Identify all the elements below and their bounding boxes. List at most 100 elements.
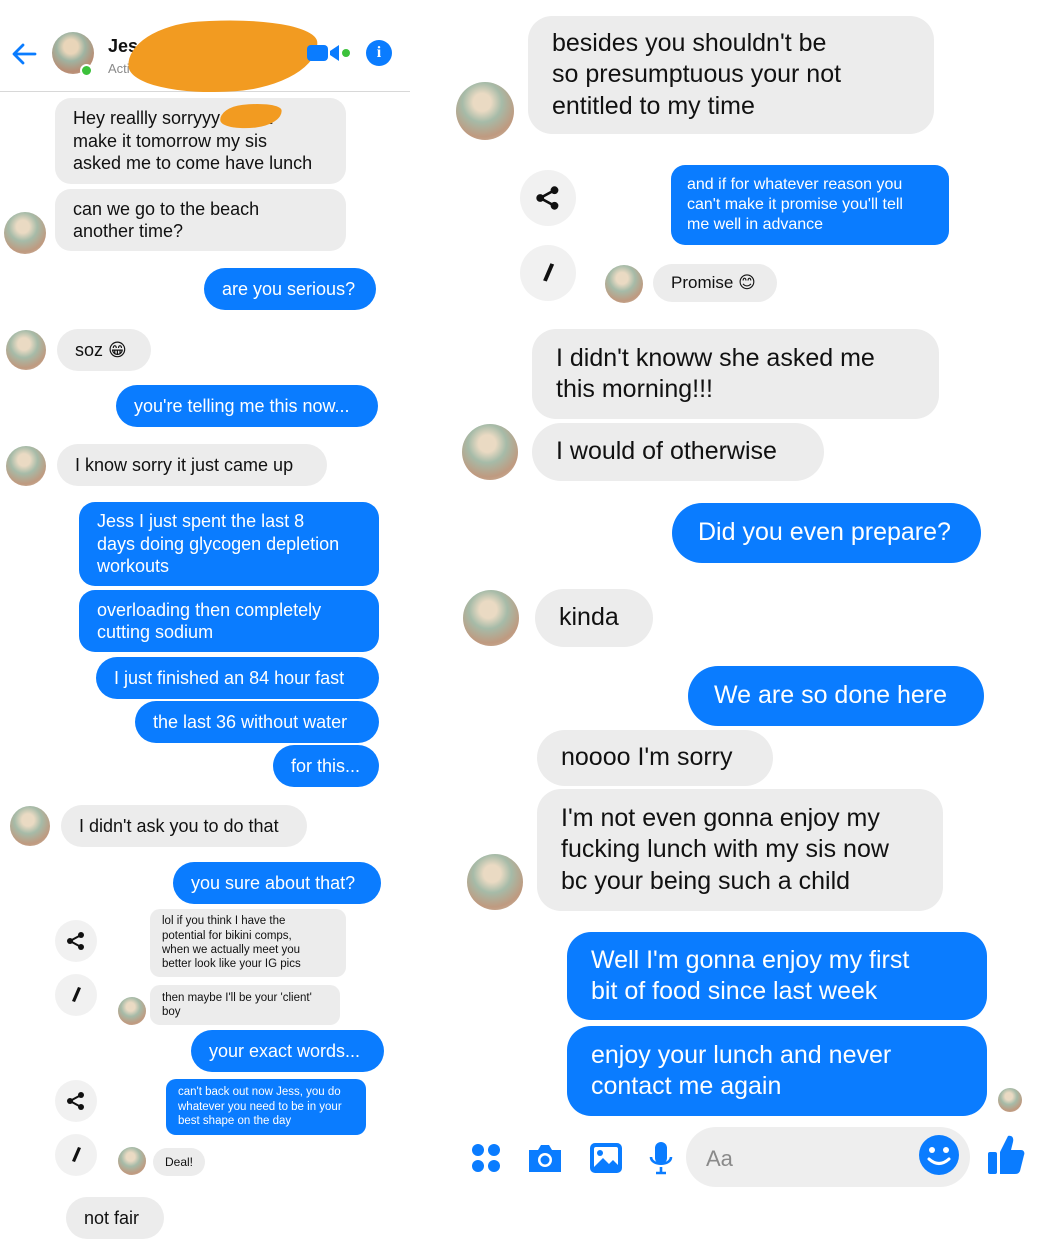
sender-avatar <box>118 997 146 1025</box>
message-incoming[interactable]: I didn't knoww she asked me this morning… <box>532 329 939 419</box>
message-text: I would of otherwise <box>556 437 777 466</box>
message-text: enjoy your lunch and never contact me ag… <box>591 1040 892 1100</box>
message-outgoing[interactable]: the last 36 without water <box>135 701 379 743</box>
message-text: Well I'm gonna enjoy my first bit of foo… <box>591 945 910 1005</box>
share-button[interactable] <box>55 920 97 962</box>
sender-avatar <box>467 854 523 910</box>
message-incoming[interactable]: can we go to the beach another time? <box>55 189 346 251</box>
message-outgoing[interactable]: Well I'm gonna enjoy my first bit of foo… <box>567 932 987 1020</box>
apps-icon[interactable] <box>470 1142 502 1179</box>
message-incoming[interactable]: lol if you think I have the potential fo… <box>150 909 346 977</box>
edit-button[interactable] <box>55 974 97 1016</box>
message-outgoing[interactable]: overloading then completely cutting sodi… <box>79 590 379 652</box>
message-outgoing[interactable]: We are so done here <box>688 666 984 726</box>
info-icon[interactable]: i <box>366 40 392 66</box>
message-text: Deal! <box>165 1154 194 1169</box>
message-text: Promise 😊 <box>671 273 756 293</box>
message-incoming[interactable]: I'm not even gonna enjoy my fucking lunc… <box>537 789 943 911</box>
message-text: the last 36 without water <box>153 711 348 732</box>
message-outgoing[interactable]: enjoy your lunch and never contact me ag… <box>567 1026 987 1116</box>
sender-avatar <box>6 330 46 370</box>
message-outgoing[interactable]: and if for whatever reason you can't mak… <box>671 165 949 245</box>
sender-avatar <box>118 1147 146 1175</box>
microphone-icon[interactable] <box>648 1140 674 1181</box>
message-text: lol if you think I have the potential fo… <box>162 915 301 971</box>
redaction-mark <box>125 13 321 99</box>
message-outgoing[interactable]: you're telling me this now... <box>116 385 378 427</box>
share-icon <box>67 932 84 950</box>
video-call-icon[interactable] <box>306 42 340 69</box>
seen-avatar <box>998 1088 1022 1112</box>
message-text: Did you even prepare? <box>698 518 951 547</box>
message-text: not fair <box>84 1207 140 1228</box>
share-icon <box>536 186 559 210</box>
message-input-placeholder: Aa <box>706 1146 733 1171</box>
back-arrow-icon[interactable] <box>10 40 38 73</box>
message-text: and if for whatever reason you can't mak… <box>687 176 903 233</box>
share-button[interactable] <box>520 170 576 226</box>
sender-avatar <box>456 82 514 140</box>
message-outgoing[interactable]: are you serious? <box>204 268 376 310</box>
message-outgoing[interactable]: I just finished an 84 hour fast <box>96 657 379 699</box>
message-incoming[interactable]: soz 😁 <box>57 329 151 371</box>
message-text: overloading then completely cutting sodi… <box>97 599 322 643</box>
message-incoming[interactable]: I would of otherwise <box>532 423 824 481</box>
message-text: you sure about that? <box>191 872 356 893</box>
pencil-icon <box>72 1147 81 1162</box>
message-incoming[interactable]: then maybe I'll be your 'client' boy <box>150 985 340 1025</box>
message-text: kinda <box>559 603 619 632</box>
message-incoming[interactable]: besides you shouldn't be so presumptuous… <box>528 16 934 134</box>
message-text: soz 😁 <box>75 339 127 360</box>
message-text: can we go to the beach another time? <box>73 198 260 242</box>
message-outgoing[interactable]: Jess I just spent the last 8 days doing … <box>79 502 379 586</box>
message-text: are you serious? <box>222 278 356 299</box>
message-incoming[interactable]: noooo I'm sorry <box>537 730 773 786</box>
pencil-icon <box>72 987 81 1002</box>
message-outgoing[interactable]: can't back out now Jess, you do whatever… <box>166 1079 366 1135</box>
left-screenshot: Jes Acti i Hey reallly sorryyy I can't m… <box>0 0 420 1251</box>
edit-button[interactable] <box>520 245 576 301</box>
message-text: We are so done here <box>714 681 948 710</box>
message-outgoing[interactable]: for this... <box>273 745 379 787</box>
message-text: I didn't knoww she asked me this morning… <box>556 343 875 403</box>
message-outgoing[interactable]: your exact words... <box>191 1030 384 1072</box>
message-text: then maybe I'll be your 'client' boy <box>162 991 312 1018</box>
message-text: Jess I just spent the last 8 days doing … <box>97 511 340 577</box>
message-incoming[interactable]: Promise 😊 <box>653 264 777 302</box>
message-text: besides you shouldn't be so presumptuous… <box>552 29 842 120</box>
message-text: I'm not even gonna enjoy my fucking lunc… <box>561 804 889 895</box>
emoji-icon[interactable] <box>918 1134 960 1181</box>
camera-icon[interactable] <box>526 1142 564 1179</box>
message-text: for this... <box>291 755 361 776</box>
like-thumb-icon[interactable] <box>986 1132 1026 1181</box>
online-indicator <box>80 64 93 77</box>
message-incoming[interactable]: Deal! <box>153 1148 205 1176</box>
gallery-icon[interactable] <box>588 1141 624 1180</box>
sender-avatar <box>462 424 518 480</box>
message-incoming[interactable]: I know sorry it just came up <box>57 444 327 486</box>
message-incoming[interactable]: kinda <box>535 589 653 647</box>
message-text: you're telling me this now... <box>134 395 350 416</box>
sender-avatar <box>4 212 46 254</box>
share-button[interactable] <box>55 1080 97 1122</box>
message-text: I know sorry it just came up <box>75 454 294 475</box>
edit-button[interactable] <box>55 1134 97 1176</box>
video-active-dot <box>342 49 350 57</box>
message-outgoing[interactable]: you sure about that? <box>173 862 381 904</box>
message-outgoing[interactable]: Did you even prepare? <box>672 503 981 563</box>
message-incoming[interactable]: not fair <box>66 1197 164 1239</box>
sender-avatar <box>463 590 519 646</box>
message-text: your exact words... <box>209 1040 361 1061</box>
message-text: I just finished an 84 hour fast <box>114 667 345 688</box>
pencil-icon <box>543 263 555 282</box>
message-text: noooo I'm sorry <box>561 743 733 772</box>
sender-avatar <box>6 446 46 486</box>
message-text: can't back out now Jess, you do whatever… <box>178 1086 342 1128</box>
active-status: Acti <box>108 61 130 76</box>
message-incoming[interactable]: Hey reallly sorryyy I can't make it tomo… <box>55 98 346 184</box>
sender-avatar <box>10 806 50 846</box>
message-incoming[interactable]: I didn't ask you to do that <box>61 805 307 847</box>
sender-avatar <box>605 265 643 303</box>
chat-header: Jes Acti i <box>0 0 410 99</box>
message-text: I didn't ask you to do that <box>79 815 279 836</box>
